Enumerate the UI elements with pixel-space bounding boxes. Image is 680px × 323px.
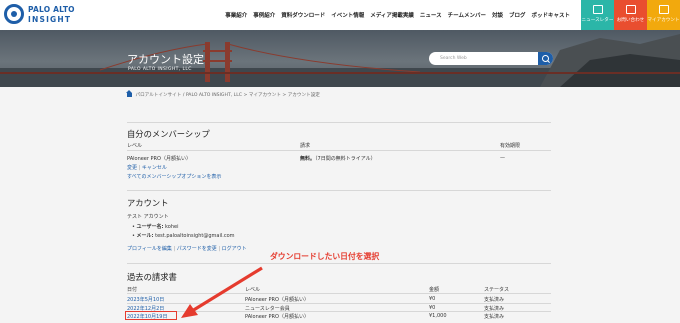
annotation-arrow-icon [181, 266, 263, 318]
annotation-note: ダウンロードしたい日付を選択 [270, 252, 380, 261]
